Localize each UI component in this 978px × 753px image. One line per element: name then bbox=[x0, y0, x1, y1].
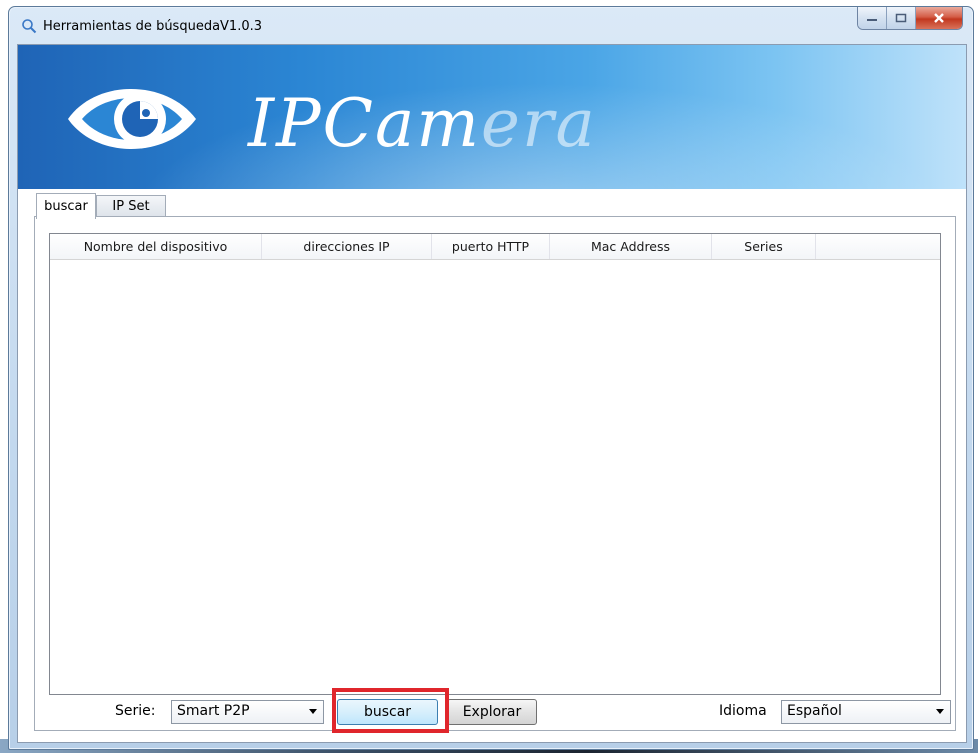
serie-label: Serie: bbox=[115, 703, 156, 719]
app-window: Herramientas de búsquedaV1.0.3 IPCamera … bbox=[8, 6, 974, 750]
column-header-device-name[interactable]: Nombre del dispositivo bbox=[50, 234, 262, 259]
serie-select-value: Smart P2P bbox=[177, 703, 250, 719]
tab-panel-buscar: Nombre del dispositivo direcciones IP pu… bbox=[34, 216, 956, 731]
search-icon bbox=[22, 19, 37, 34]
bottom-toolbar: Serie: Smart P2P buscar Explorar Idioma … bbox=[35, 693, 955, 730]
device-list-header: Nombre del dispositivo direcciones IP pu… bbox=[50, 234, 940, 260]
ipcamera-banner: IPCamera bbox=[18, 45, 966, 189]
minimize-button[interactable] bbox=[858, 7, 887, 29]
column-header-mac-address[interactable]: Mac Address bbox=[550, 234, 712, 259]
buscar-button[interactable]: buscar bbox=[337, 699, 438, 725]
chevron-down-icon bbox=[936, 709, 944, 714]
close-button[interactable] bbox=[916, 7, 962, 29]
column-header-series[interactable]: Series bbox=[712, 234, 816, 259]
close-icon bbox=[934, 13, 944, 23]
client-area: IPCamera buscar IP Set Nombre del dispos… bbox=[17, 44, 967, 743]
title-bar[interactable]: Herramientas de búsquedaV1.0.3 bbox=[9, 7, 973, 45]
eye-logo-icon bbox=[68, 89, 196, 149]
tab-strip: buscar IP Set bbox=[18, 189, 966, 219]
idioma-label: Idioma bbox=[719, 703, 767, 719]
column-header-ip-address[interactable]: direcciones IP bbox=[262, 234, 432, 259]
minimize-icon bbox=[867, 19, 877, 21]
maximize-button[interactable] bbox=[887, 7, 916, 29]
idioma-select[interactable]: Español bbox=[781, 700, 951, 724]
tab-buscar[interactable]: buscar bbox=[36, 193, 96, 219]
window-title: Herramientas de búsquedaV1.0.3 bbox=[43, 19, 263, 34]
tab-ip-set[interactable]: IP Set bbox=[96, 195, 166, 217]
banner-title-faded: era bbox=[480, 85, 597, 162]
banner-title: IPCamera bbox=[248, 85, 597, 162]
chevron-down-icon bbox=[309, 709, 317, 714]
window-controls bbox=[857, 7, 963, 30]
serie-select[interactable]: Smart P2P bbox=[171, 700, 324, 724]
device-list[interactable]: Nombre del dispositivo direcciones IP pu… bbox=[49, 233, 941, 695]
explorar-button[interactable]: Explorar bbox=[447, 699, 537, 725]
column-header-http-port[interactable]: puerto HTTP bbox=[432, 234, 550, 259]
maximize-icon bbox=[895, 13, 907, 23]
banner-title-main: IPCam bbox=[248, 85, 481, 162]
column-header-filler bbox=[816, 234, 938, 259]
idioma-select-value: Español bbox=[787, 703, 842, 719]
